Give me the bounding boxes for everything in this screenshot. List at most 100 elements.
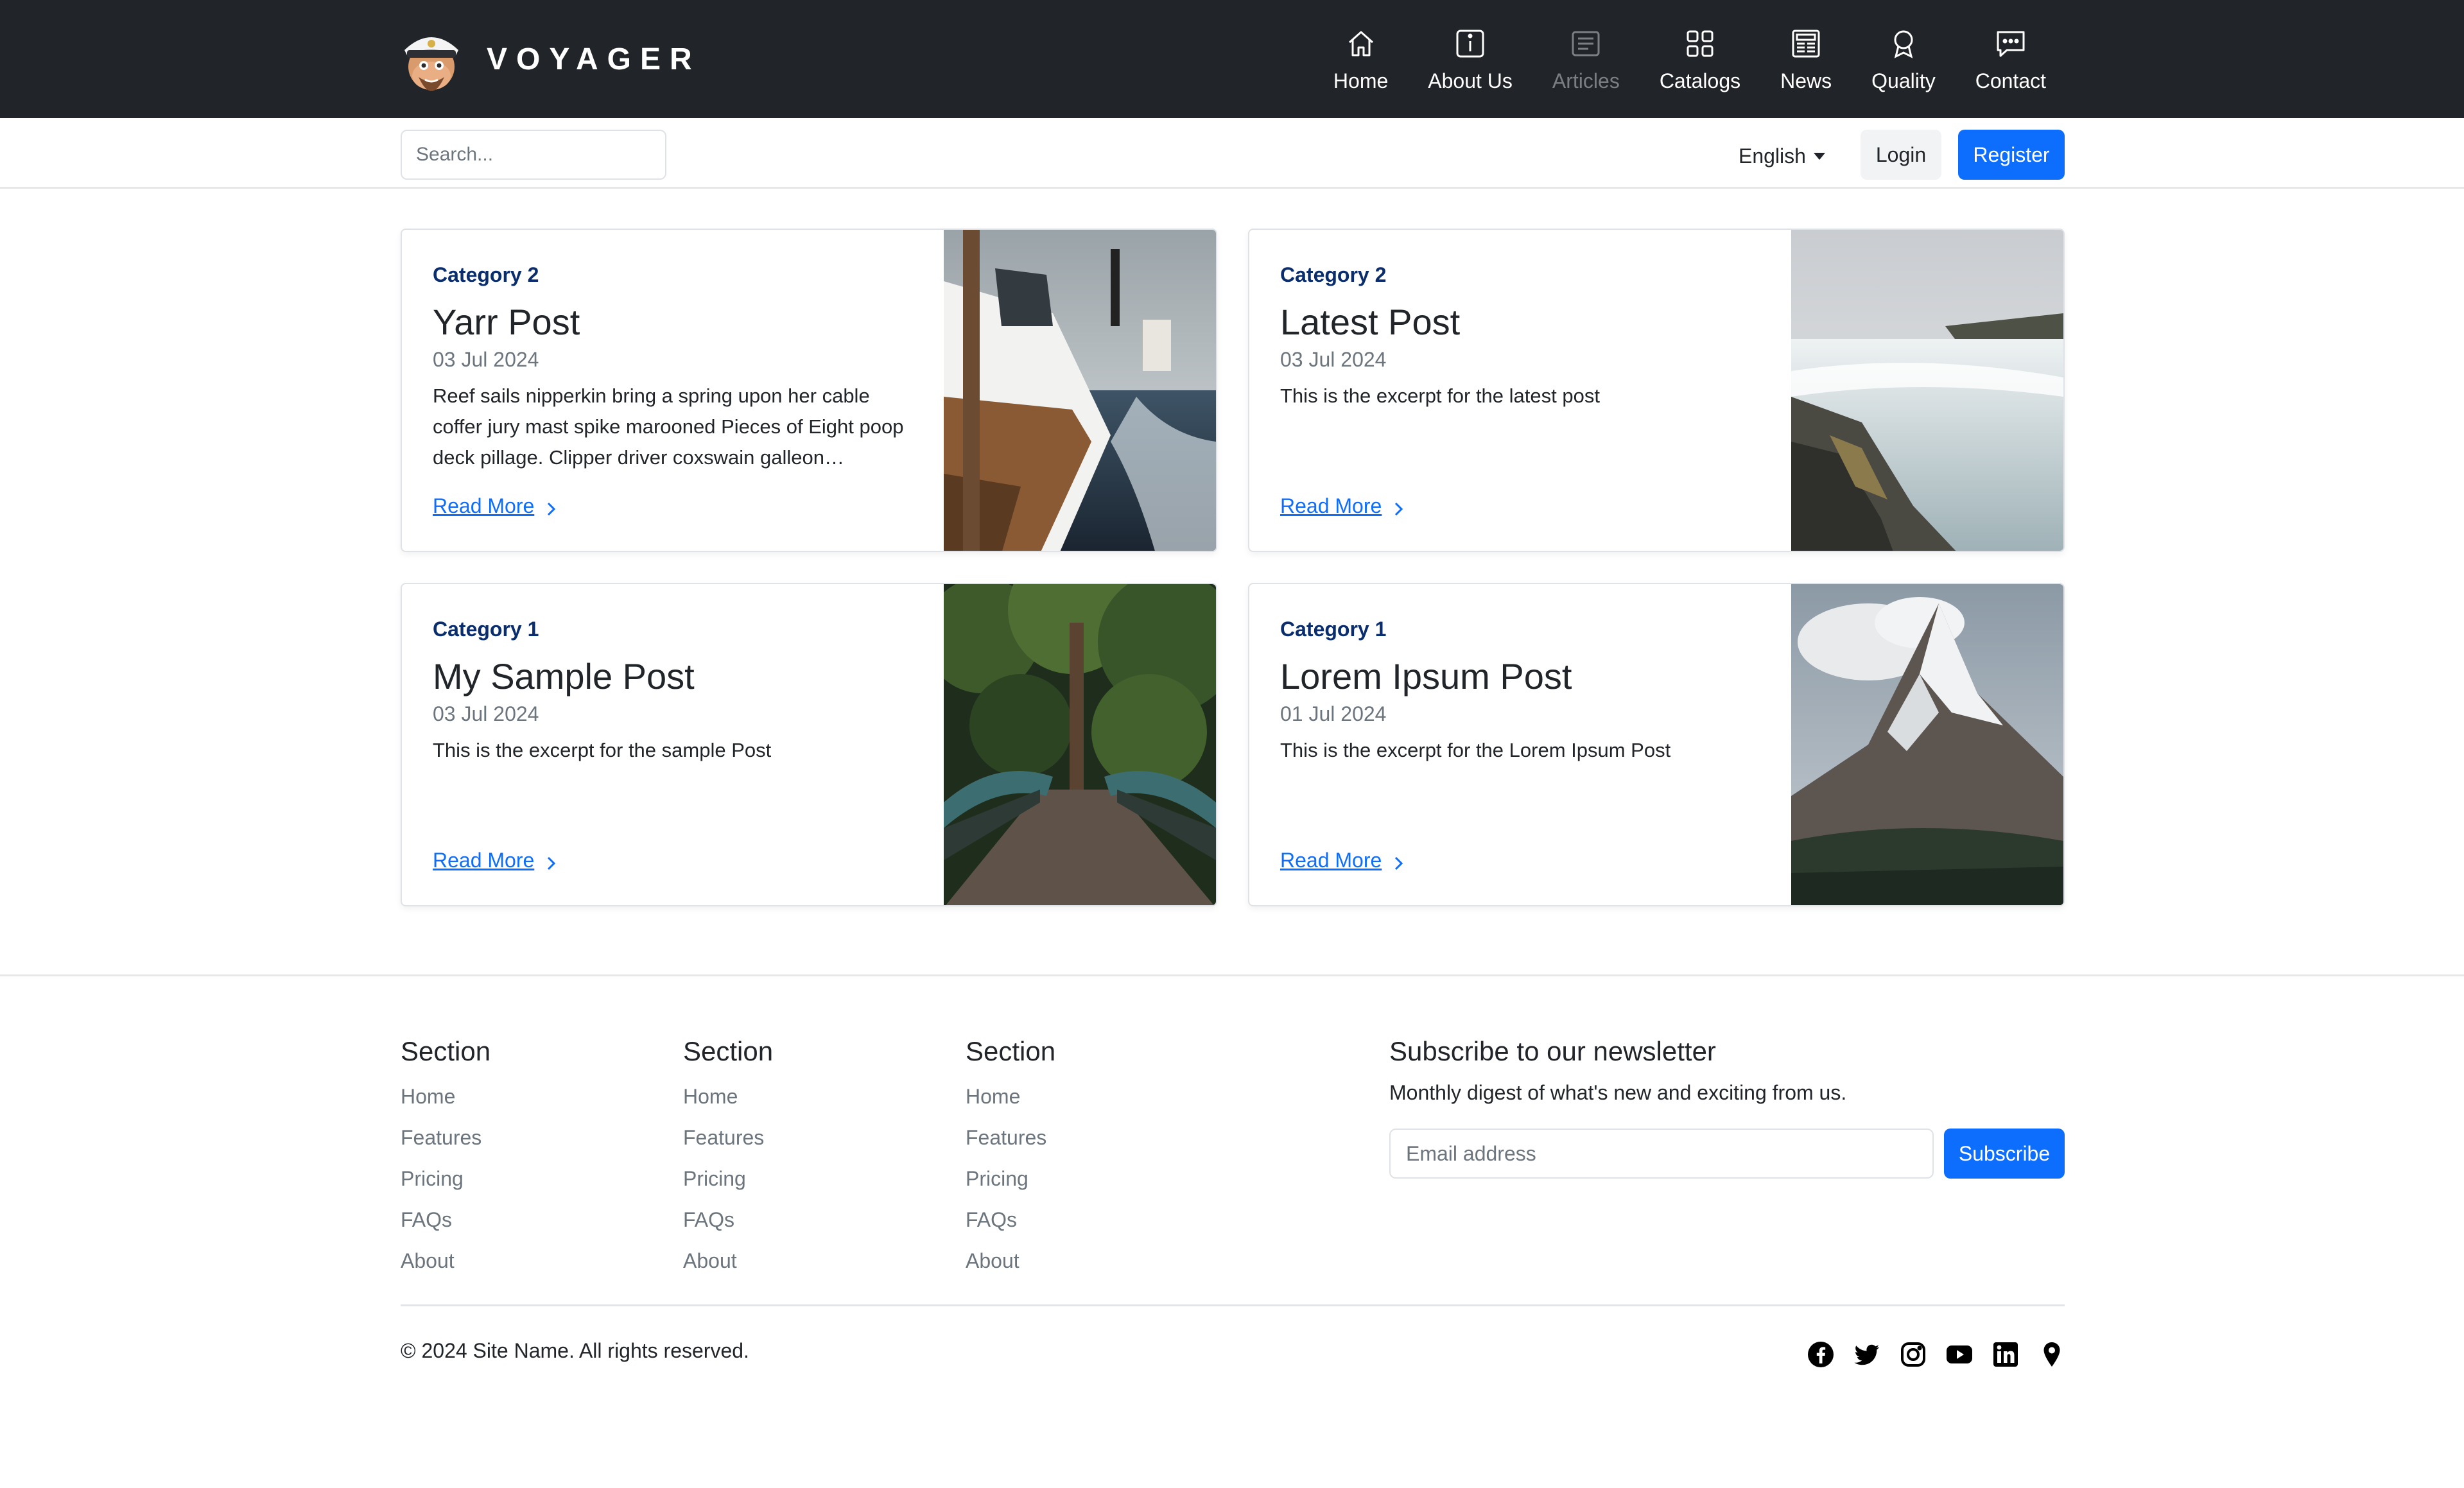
post-title: Yarr Post — [433, 302, 580, 342]
footer-border — [0, 974, 2464, 976]
nav-articles[interactable]: Articles — [1532, 22, 1640, 99]
read-more-link[interactable]: Read More — [433, 849, 560, 872]
footer-link[interactable]: Home — [401, 1076, 490, 1117]
post-card: Category 2 Latest Post 03 Jul 2024 This … — [1248, 229, 2065, 552]
footer-link[interactable]: Features — [401, 1117, 490, 1158]
top-navbar: VOYAGER Home About Us Articles Catalogs — [0, 0, 2464, 118]
award-icon — [1894, 30, 1913, 58]
youtube-icon[interactable] — [1945, 1340, 1974, 1369]
footer-link[interactable]: Home — [966, 1076, 1055, 1117]
footer-section-title: Section — [401, 1036, 491, 1066]
caret-down-icon — [1813, 152, 1825, 160]
info-icon — [1456, 30, 1484, 58]
footer-link[interactable]: Features — [966, 1117, 1055, 1158]
footer-link[interactable]: About — [683, 1240, 773, 1281]
instagram-icon[interactable] — [1899, 1340, 1927, 1369]
post-category[interactable]: Category 1 — [433, 618, 921, 641]
captain-logo-icon — [404, 37, 458, 91]
post-card-body: Category 1 My Sample Post 03 Jul 2024 Th… — [433, 618, 921, 831]
footer-link[interactable]: FAQs — [401, 1199, 490, 1240]
map-pin-icon[interactable] — [2038, 1340, 2066, 1369]
nav-quality[interactable]: Quality — [1852, 22, 1956, 99]
footer-section: Section Home Features Pricing FAQs About — [683, 1036, 773, 1281]
post-card-body: Category 2 Yarr Post 03 Jul 2024 Reef sa… — [433, 263, 921, 477]
secondary-bar: English Login Register — [0, 118, 2464, 189]
brand-name: VOYAGER — [487, 42, 701, 76]
read-more-label: Read More — [1280, 849, 1382, 872]
chevron-right-icon — [548, 502, 556, 515]
read-more-link[interactable]: Read More — [1280, 494, 1407, 518]
forest-bridge-photo[interactable] — [944, 584, 1216, 905]
post-date: 01 Jul 2024 — [1280, 702, 1387, 725]
search-input[interactable] — [401, 130, 666, 180]
post-category[interactable]: Category 1 — [1280, 618, 1768, 641]
footer-link[interactable]: FAQs — [966, 1199, 1055, 1240]
nav-news[interactable]: News — [1760, 22, 1852, 99]
post-date: 03 Jul 2024 — [1280, 348, 1387, 371]
grid-icon — [1687, 30, 1714, 57]
chat-icon — [1997, 31, 2025, 57]
footer-link[interactable]: Home — [683, 1076, 773, 1117]
read-more-label: Read More — [433, 849, 535, 872]
footer-section: Section Home Features Pricing FAQs About — [401, 1036, 490, 1281]
footer-divider — [401, 1304, 2065, 1306]
footer-link[interactable]: Features — [683, 1117, 773, 1158]
chevron-right-icon — [1395, 856, 1403, 870]
post-title: My Sample Post — [433, 656, 695, 696]
post-excerpt: This is the excerpt for the latest post — [1280, 385, 1600, 407]
nav-label: About Us — [1428, 69, 1513, 92]
newsletter: Subscribe to our newsletter Monthly dige… — [1389, 1036, 2065, 1179]
nav-catalogs[interactable]: Catalogs — [1640, 22, 1760, 99]
facebook-icon[interactable] — [1807, 1340, 1835, 1369]
register-button[interactable]: Register — [1958, 130, 2065, 180]
brand[interactable]: VOYAGER — [399, 21, 701, 98]
nav-contact[interactable]: Contact — [1956, 22, 2066, 99]
post-date: 03 Jul 2024 — [433, 348, 539, 371]
post-card: Category 2 Yarr Post 03 Jul 2024 Reef sa… — [401, 229, 1217, 552]
articles-icon — [1572, 31, 1600, 56]
read-more-label: Read More — [1280, 494, 1382, 517]
footer-link[interactable]: About — [401, 1240, 490, 1281]
post-card-body: Category 2 Latest Post 03 Jul 2024 This … — [1280, 263, 1768, 477]
footer-link[interactable]: Pricing — [401, 1158, 490, 1199]
footer-section: Section Home Features Pricing FAQs About — [966, 1036, 1055, 1281]
copyright-text: © 2024 Site Name. All rights reserved. — [401, 1339, 749, 1362]
footer-link[interactable]: Pricing — [683, 1158, 773, 1199]
read-more-link[interactable]: Read More — [433, 494, 560, 518]
post-card: Category 1 My Sample Post 03 Jul 2024 Th… — [401, 583, 1217, 906]
nav-home[interactable]: Home — [1314, 22, 1408, 99]
twitter-icon[interactable] — [1853, 1340, 1881, 1369]
post-card: Category 1 Lorem Ipsum Post 01 Jul 2024 … — [1248, 583, 2065, 906]
post-card-body: Category 1 Lorem Ipsum Post 01 Jul 2024 … — [1280, 618, 1768, 831]
login-button[interactable]: Login — [1861, 130, 1941, 180]
nav-label: News — [1780, 69, 1832, 92]
read-more-link[interactable]: Read More — [1280, 849, 1407, 872]
post-excerpt: Reef sails nipperkin bring a spring upon… — [433, 385, 904, 469]
newsletter-title: Subscribe to our newsletter — [1389, 1036, 1716, 1066]
nav-label: Quality — [1871, 69, 1936, 92]
language-label: English — [1739, 144, 1806, 168]
chevron-right-icon — [1395, 502, 1403, 515]
chevron-right-icon — [548, 856, 556, 870]
post-date: 03 Jul 2024 — [433, 702, 539, 725]
mountain-photo[interactable] — [1791, 584, 2063, 905]
post-excerpt: This is the excerpt for the Lorem Ipsum … — [1280, 739, 1671, 761]
subscribe-button[interactable]: Subscribe — [1944, 1129, 2065, 1179]
nav-about-us[interactable]: About Us — [1408, 22, 1532, 99]
waterfall-photo[interactable] — [1791, 230, 2063, 551]
footer-link[interactable]: Pricing — [966, 1158, 1055, 1199]
nav-label: Articles — [1552, 69, 1620, 92]
post-title: Latest Post — [1280, 302, 1461, 342]
post-category[interactable]: Category 2 — [433, 263, 921, 287]
language-dropdown[interactable]: English — [1739, 131, 1825, 181]
post-category[interactable]: Category 2 — [1280, 263, 1768, 287]
yacht-photo[interactable] — [944, 230, 1216, 551]
newsletter-text: Monthly digest of what's new and excitin… — [1389, 1081, 1847, 1104]
email-field[interactable] — [1389, 1129, 1934, 1179]
footer-link[interactable]: FAQs — [683, 1199, 773, 1240]
footer-section-title: Section — [683, 1036, 774, 1066]
footer-link[interactable]: About — [966, 1240, 1055, 1281]
post-excerpt: This is the excerpt for the sample Post — [433, 739, 772, 761]
linkedin-icon[interactable] — [1991, 1340, 2020, 1369]
post-title: Lorem Ipsum Post — [1280, 656, 1572, 696]
